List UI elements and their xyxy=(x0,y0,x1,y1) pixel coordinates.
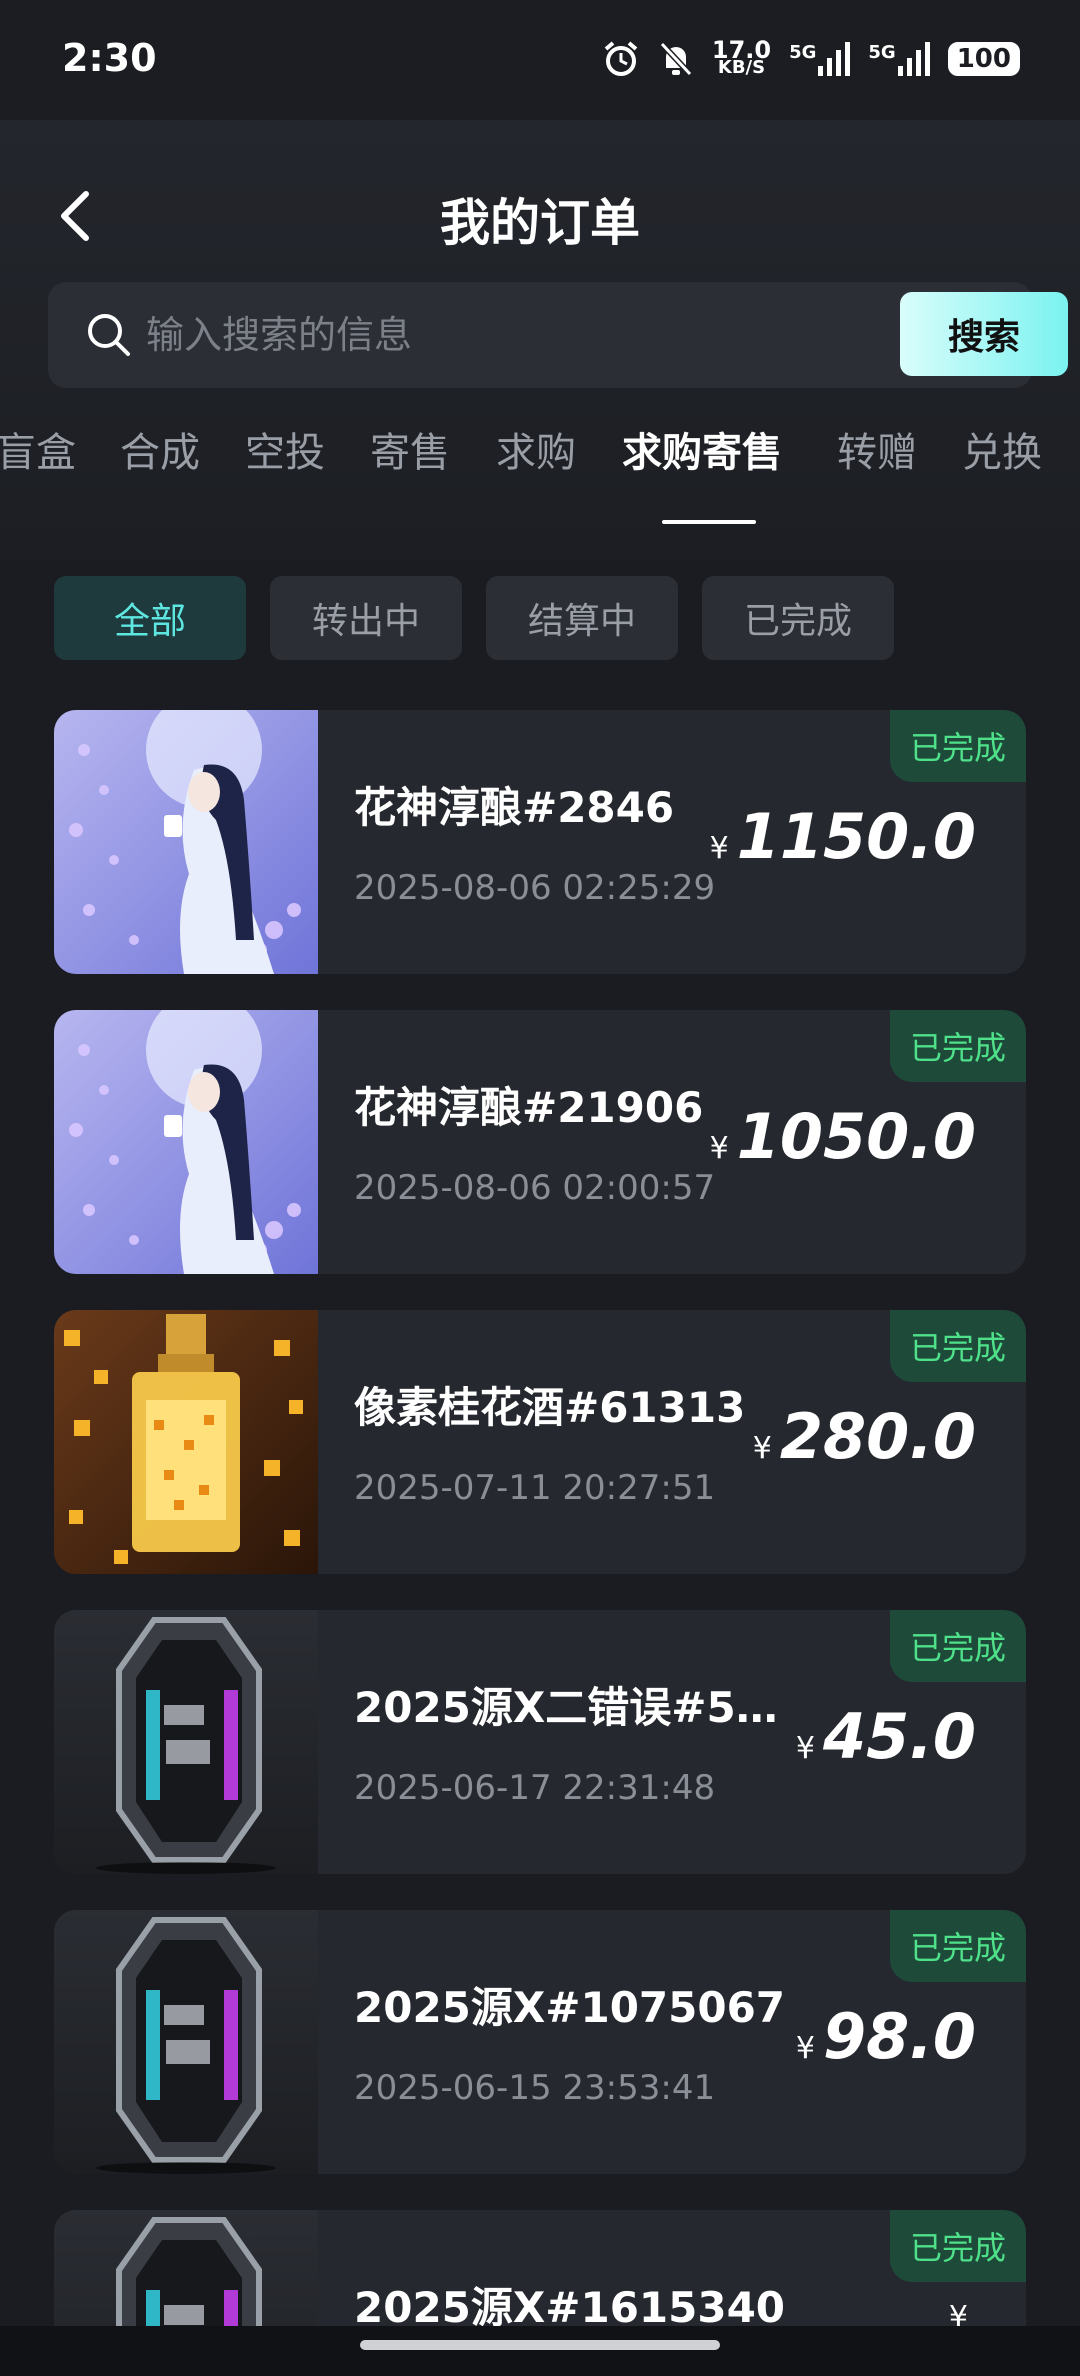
tab-exchange[interactable]: 兑换 xyxy=(962,420,1042,478)
status-icons: 17.0 KB/S 5G 5G 100 xyxy=(602,36,1020,78)
status-filters: 全部 转出中 结算中 已完成 xyxy=(54,576,894,660)
order-date: 2025-06-17 22:31:48 xyxy=(354,1768,716,1808)
status-badge: 已完成 xyxy=(890,1610,1026,1682)
order-card[interactable]: 已完成 2025源X二错误#54... 2025-06-17 22:31:48 … xyxy=(54,1610,1026,1874)
tab-purchase-request[interactable]: 求购 xyxy=(496,420,576,478)
price-amount: 1050.0 xyxy=(736,1100,976,1173)
osmanthus-wine-bottle-image xyxy=(54,1310,318,1574)
status-time: 2:30 xyxy=(62,36,157,80)
lady-artwork-image xyxy=(54,710,318,974)
signal-5g-2: 5G xyxy=(868,42,930,76)
tab-blind-box[interactable]: 盲盒 xyxy=(0,420,76,478)
currency-symbol: ¥ xyxy=(709,831,729,866)
item-name: 花神淳酿#21906 xyxy=(354,1083,704,1132)
home-indicator[interactable] xyxy=(360,2340,720,2350)
tab-transfer[interactable]: 转赠 xyxy=(837,420,917,478)
filter-transferring[interactable]: 转出中 xyxy=(270,576,462,660)
status-badge: 已完成 xyxy=(890,710,1026,782)
item-name: 像素桂花酒#61313 xyxy=(354,1383,746,1432)
price: ¥ 1150.0 xyxy=(710,800,976,873)
search-icon xyxy=(88,314,130,356)
order-thumbnail xyxy=(54,1610,318,1874)
tab-consignment[interactable]: 寄售 xyxy=(370,420,450,478)
tab-synthesis[interactable]: 合成 xyxy=(120,420,200,478)
status-badge: 已完成 xyxy=(890,1010,1026,1082)
order-card[interactable]: 已完成 像素桂花酒#61313 2025-07-11 20:27:51 ¥ 28… xyxy=(54,1310,1026,1574)
status-badge: 已完成 xyxy=(890,1910,1026,1982)
filter-all[interactable]: 全部 xyxy=(54,576,246,660)
order-thumbnail xyxy=(54,1010,318,1274)
filter-settling[interactable]: 结算中 xyxy=(486,576,678,660)
price-amount: 98.0 xyxy=(823,2000,976,2073)
order-thumbnail xyxy=(54,1910,318,2174)
signal-5g-1: 5G xyxy=(789,42,851,76)
alarm-icon xyxy=(604,41,638,76)
order-thumbnail xyxy=(54,1310,318,1574)
crystal-badge-image xyxy=(54,1610,318,1874)
price: ¥ 45.0 xyxy=(796,1700,976,1773)
price-amount: 1150.0 xyxy=(736,800,976,873)
status-bar: 2:30 17.0 KB/S 5G 5G 100 xyxy=(0,0,1080,120)
signal-bars-icon xyxy=(897,42,930,76)
price: ¥ 1050.0 xyxy=(710,1100,976,1173)
bell-muted-icon xyxy=(659,41,693,77)
status-badge: 已完成 xyxy=(890,2210,1026,2282)
search-input[interactable] xyxy=(146,304,876,366)
price: ¥ 280.0 xyxy=(753,1400,976,1473)
item-name: 花神淳酿#2846 xyxy=(354,783,675,832)
order-type-tabs: 盲盒 合成 空投 寄售 求购 求购寄售 转赠 兑换 xyxy=(0,420,1080,510)
order-card[interactable]: 已完成 花神淳酿#21906 2025-08-06 02:00:57 ¥ 105… xyxy=(54,1010,1026,1274)
search-button[interactable]: 搜索 xyxy=(900,292,1068,376)
status-badge: 已完成 xyxy=(890,1310,1026,1382)
order-date: 2025-07-11 20:27:51 xyxy=(354,1468,716,1508)
order-thumbnail xyxy=(54,710,318,974)
active-tab-indicator xyxy=(662,520,756,524)
search-bar: 搜索 xyxy=(48,282,1068,388)
battery-indicator: 100 xyxy=(947,42,1020,76)
price-amount: 45.0 xyxy=(823,1700,976,1773)
order-date: 2025-08-06 02:25:29 xyxy=(354,868,716,908)
item-name: 2025源X#1075067 xyxy=(354,1983,786,2032)
lady-artwork-image xyxy=(54,1010,318,1274)
crystal-badge-image xyxy=(54,1910,318,2174)
page-title: 我的订单 xyxy=(440,194,640,252)
tab-airdrop[interactable]: 空投 xyxy=(245,420,325,478)
currency-symbol: ¥ xyxy=(709,1131,729,1166)
net-speed: 17.0 KB/S xyxy=(711,36,772,78)
navigation-bar xyxy=(0,2326,1080,2376)
price: ¥ 98.0 xyxy=(796,2000,976,2073)
order-date: 2025-06-15 23:53:41 xyxy=(354,2068,716,2108)
currency-symbol: ¥ xyxy=(795,2031,816,2066)
order-card[interactable]: 已完成 2025源X#1075067 2025-06-15 23:53:41 ¥… xyxy=(54,1910,1026,2174)
currency-symbol: ¥ xyxy=(752,1431,772,1466)
currency-symbol: ¥ xyxy=(795,1731,816,1766)
price-amount: 280.0 xyxy=(779,1400,976,1473)
item-name: 2025源X二错误#54... xyxy=(354,1683,794,1732)
filter-completed[interactable]: 已完成 xyxy=(702,576,894,660)
order-date: 2025-08-06 02:00:57 xyxy=(354,1168,716,1208)
tab-purchase-consignment[interactable]: 求购寄售 xyxy=(622,420,782,478)
signal-bars-icon xyxy=(818,42,851,76)
order-card[interactable]: 已完成 花神淳酿#2846 2025-08-06 02:25:29 ¥ 1150… xyxy=(54,710,1026,974)
